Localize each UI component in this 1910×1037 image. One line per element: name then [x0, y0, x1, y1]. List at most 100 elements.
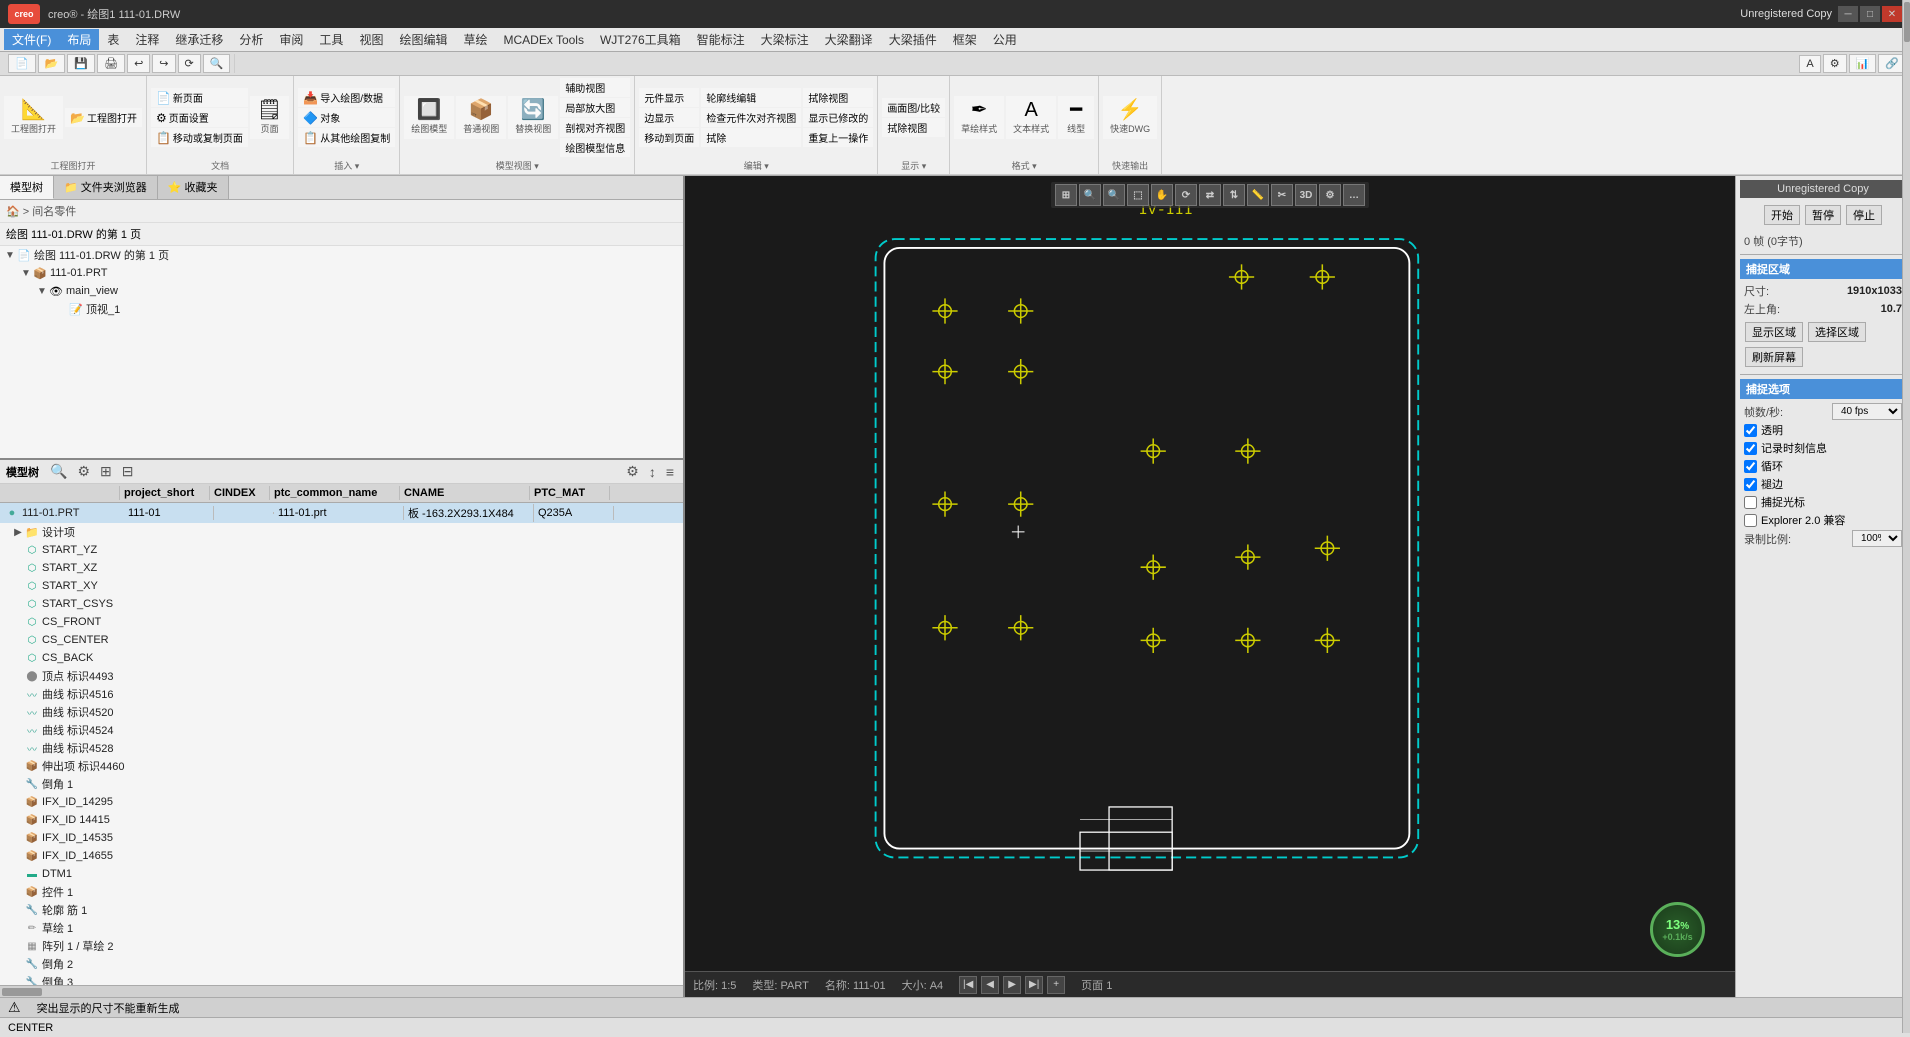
- menu-wjt276[interactable]: WJT276工具箱: [592, 29, 689, 50]
- fps-select[interactable]: 40 fps 30 fps 25 fps 15 fps: [1832, 403, 1902, 420]
- aux-view-btn[interactable]: 辅助视图: [560, 78, 630, 97]
- menu-review[interactable]: 审阅: [271, 29, 311, 50]
- line-type-btn[interactable]: ━ 线型: [1058, 96, 1094, 139]
- erase-view2-btn[interactable]: 拭除视图: [882, 118, 945, 137]
- quick-dwg-btn[interactable]: ⚡ 快速DWG: [1103, 96, 1157, 139]
- edge-display-btn[interactable]: 边显示: [639, 108, 699, 127]
- new-page-btn[interactable]: 📄新页面: [151, 88, 248, 107]
- menu-file[interactable]: 文件(F): [4, 29, 59, 50]
- menu-table[interactable]: 表: [99, 29, 127, 50]
- page-prev-btn[interactable]: ◀: [981, 976, 999, 994]
- tree-row-dtm1[interactable]: ▬ DTM1: [0, 865, 683, 883]
- section-view-btn[interactable]: 剖视对齐视图: [560, 118, 630, 137]
- tree-filter-btn[interactable]: 🔍: [47, 462, 70, 481]
- move-to-page-btn[interactable]: 移动到页面: [639, 128, 699, 147]
- element-display-btn[interactable]: 元件显示: [639, 88, 699, 107]
- pause-capture-btn[interactable]: 暂停: [1805, 205, 1841, 225]
- menu-tools[interactable]: 工具: [311, 29, 351, 50]
- quick-zoom-btn[interactable]: 🔍: [203, 54, 231, 73]
- menu-public[interactable]: 公用: [985, 29, 1025, 50]
- sys-btn-3[interactable]: 📊: [1849, 54, 1877, 73]
- menu-beam-dim[interactable]: 大梁标注: [753, 29, 817, 50]
- repeat-last-btn[interactable]: 重复上一操作: [803, 128, 873, 147]
- tree-row-cs-back[interactable]: ⬡ CS_BACK: [0, 649, 683, 667]
- page-first-btn[interactable]: |◀: [959, 976, 977, 994]
- sys-btn-1[interactable]: A: [1799, 55, 1820, 73]
- tree-collapse-all-btn[interactable]: ⊟: [119, 462, 137, 481]
- sketch-style-btn[interactable]: ✒ 草绘样式: [954, 96, 1004, 139]
- tree-row-curve-4520[interactable]: 〰 曲线 标识4520: [0, 703, 683, 721]
- tree-row-curve-4516[interactable]: 〰 曲线 标识4516: [0, 685, 683, 703]
- cursor-check[interactable]: [1744, 496, 1757, 509]
- minimize-button[interactable]: ─: [1838, 6, 1858, 22]
- draw-rotate-btn[interactable]: ⟳: [1175, 184, 1197, 206]
- tree-row-ifx-14415[interactable]: 📦 IFX_ID 14415: [0, 811, 683, 829]
- menu-frame[interactable]: 框架: [945, 29, 985, 50]
- tab-model-tree[interactable]: 模型树: [0, 176, 54, 199]
- select-region-btn[interactable]: 选择区域: [1808, 322, 1866, 342]
- menu-annotation[interactable]: 注释: [127, 29, 167, 50]
- scale-select[interactable]: 100% 75% 50%: [1852, 530, 1902, 547]
- check-element-btn[interactable]: 检查元件次对齐视图: [701, 108, 801, 127]
- show-modified-btn[interactable]: 显示已修改的: [803, 108, 873, 127]
- menu-layout[interactable]: 布局: [59, 29, 99, 50]
- zoom-view-btn[interactable]: 局部放大图: [560, 98, 630, 117]
- tree-row-main-view[interactable]: ▼ 👁 main_view: [0, 282, 683, 300]
- tree-row-start-yz[interactable]: ⬡ START_YZ: [0, 541, 683, 559]
- close-button[interactable]: ✕: [1882, 6, 1902, 22]
- tree-row-ifx-14535[interactable]: 📦 IFX_ID_14535: [0, 829, 683, 847]
- tree-row-start-xy[interactable]: ⬡ START_XY: [0, 577, 683, 595]
- draw-zoom-out-btn[interactable]: 🔍: [1103, 184, 1125, 206]
- object-btn[interactable]: 🔷对象: [298, 108, 395, 127]
- fade-edge-check[interactable]: [1744, 478, 1757, 491]
- quick-rotate-btn[interactable]: ⟳: [178, 54, 201, 73]
- tab-folder-browser[interactable]: 📁 文件夹浏览器: [54, 176, 158, 199]
- tree-row-chamfer-3[interactable]: 🔧 倒角 3: [0, 973, 683, 985]
- tree-columns-btn[interactable]: ⚙: [74, 462, 93, 481]
- tree-row-start-xz[interactable]: ⬡ START_XZ: [0, 559, 683, 577]
- page-last-btn[interactable]: ▶|: [1025, 976, 1043, 994]
- draw-more-btn[interactable]: …: [1343, 184, 1365, 206]
- menu-beam-translate[interactable]: 大梁翻译: [817, 29, 881, 50]
- draw-settings-btn[interactable]: ⚙: [1319, 184, 1341, 206]
- tree-row-sketch-1[interactable]: ✏ 草绘 1: [0, 919, 683, 937]
- tree-expand-drawing[interactable]: ▼: [4, 250, 16, 261]
- tree-sort-btn[interactable]: ↕: [646, 463, 659, 481]
- draw-pan-btn[interactable]: ✋: [1151, 184, 1173, 206]
- menu-beam-plugin[interactable]: 大梁插件: [881, 29, 945, 50]
- stop-capture-btn[interactable]: 停止: [1846, 205, 1882, 225]
- tree-row-chamfer-2[interactable]: 🔧 倒角 2: [0, 955, 683, 973]
- erase-view-btn[interactable]: 拭除视图: [803, 88, 873, 107]
- import-drawing-btn[interactable]: 📥导入绘图/数据: [298, 88, 395, 107]
- record-time-check[interactable]: [1744, 442, 1757, 455]
- move-copy-page-btn[interactable]: 📋移动或复制页面: [151, 128, 248, 147]
- tree-expand-main-view[interactable]: ▼: [36, 286, 48, 297]
- refresh-screen-btn[interactable]: 刷新屏幕: [1745, 347, 1803, 367]
- engineering-drawing-open-btn[interactable]: 📐 工程图打开: [4, 96, 63, 139]
- draw-zoom-rect-btn[interactable]: ⬚: [1127, 184, 1149, 206]
- drawing-model-info-btn[interactable]: 绘图模型信息: [560, 138, 630, 157]
- erase-btn[interactable]: 拭除: [701, 128, 801, 147]
- copy-from-drawing-btn[interactable]: 📋从其他绘图复制: [298, 128, 395, 147]
- tree-expand-111-01[interactable]: ▼: [20, 268, 32, 279]
- tree-scrollbar[interactable]: [0, 985, 683, 997]
- quick-print-btn[interactable]: 🖨: [97, 54, 125, 73]
- normal-view-btn[interactable]: 📦 普通视图: [456, 96, 506, 139]
- quick-new-btn[interactable]: 📄: [8, 54, 36, 73]
- sys-btn-2[interactable]: ⚙: [1823, 54, 1847, 73]
- outline-edit-btn[interactable]: 轮廓线编辑: [701, 88, 801, 107]
- menu-mcadex[interactable]: MCADEx Tools: [495, 31, 591, 49]
- quick-redo-btn[interactable]: ↪: [152, 54, 175, 73]
- drawing-area[interactable]: ⊞ 🔍 🔍 ⬚ ✋ ⟳ ⇄ ⇅ 📏 ✂ 3D ⚙ … IV-III: [685, 176, 1735, 997]
- tree-row-ifx-14655[interactable]: 📦 IFX_ID_14655: [0, 847, 683, 865]
- page-add-btn[interactable]: +: [1047, 976, 1065, 994]
- draw-zoom-in-btn[interactable]: 🔍: [1079, 184, 1101, 206]
- menu-smart-dim[interactable]: 智能标注: [689, 29, 753, 50]
- menu-drawing-edit[interactable]: 绘图编辑: [391, 29, 455, 50]
- tree-row-ifx-14295[interactable]: 📦 IFX_ID_14295: [0, 793, 683, 811]
- draw-section-btn[interactable]: ✂: [1271, 184, 1293, 206]
- tree-row-rib-1[interactable]: 🔧 轮廓 筋 1: [0, 901, 683, 919]
- menu-inherit[interactable]: 继承迁移: [167, 29, 231, 50]
- start-capture-btn[interactable]: 开始: [1764, 205, 1800, 225]
- replace-view-btn[interactable]: 🔄 替换视图: [508, 96, 558, 139]
